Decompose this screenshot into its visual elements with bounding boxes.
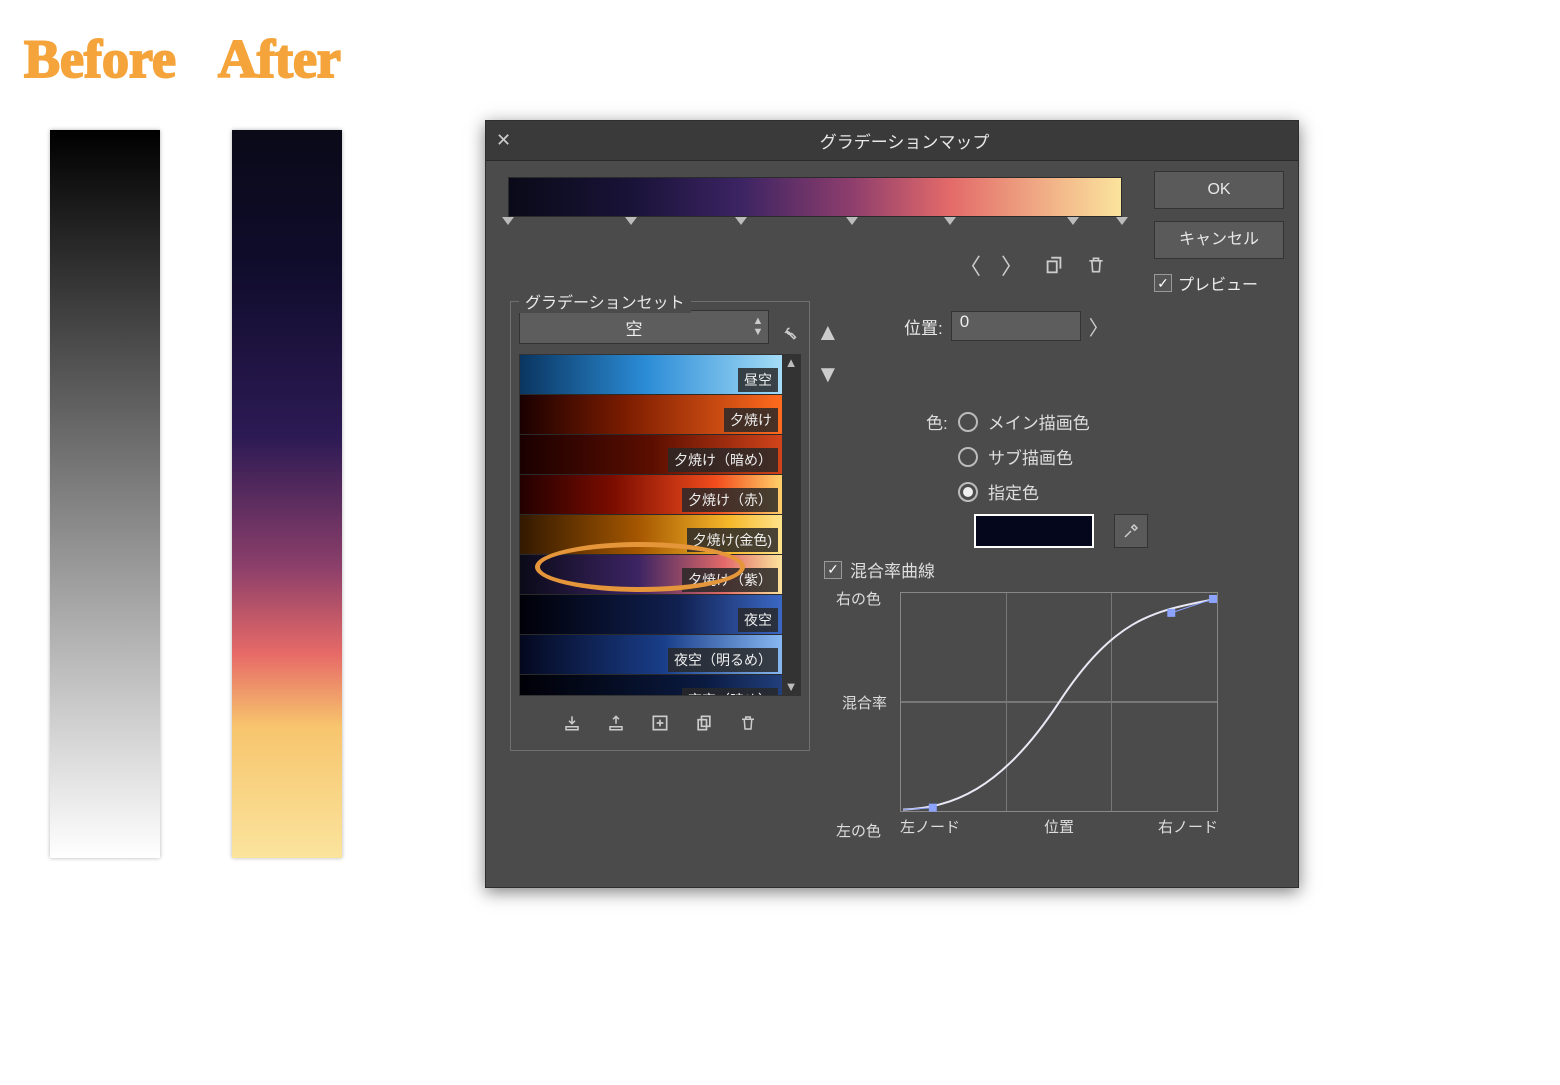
export-preset-icon[interactable] [559, 710, 585, 736]
preset-label: 夕焼け（暗め） [668, 448, 778, 472]
curve-ylabel-mid: 混合率 [842, 692, 887, 713]
gradient-set-dropdown[interactable]: 空 ▲▼ [519, 310, 769, 344]
radio-main-color[interactable] [958, 412, 978, 432]
gradient-set-value: 空 [520, 315, 748, 340]
preset-label: 夜空（明るめ） [668, 648, 778, 672]
scroll-down-icon[interactable]: ▼ [785, 679, 798, 695]
curve-xlabel-mid: 位置 [1044, 816, 1074, 837]
color-mode-block: 色: メイン描画色 サブ描画色 指定色 [926, 409, 1148, 558]
gradient-marker[interactable] [944, 217, 956, 225]
preview-label: プレビュー [1178, 271, 1258, 295]
after-gradient-strip [232, 130, 342, 858]
close-icon[interactable]: ✕ [496, 130, 511, 151]
preset-row[interactable]: 夜空 [520, 595, 782, 635]
gradient-marker[interactable] [625, 217, 637, 225]
curve-ylabel-top: 右の色 [836, 588, 881, 609]
curve-label: 混合率曲線 [850, 557, 935, 582]
radio-sub-label: サブ描画色 [988, 444, 1073, 469]
preset-row[interactable]: 夜空（暗め） [520, 675, 782, 696]
delete-preset-icon[interactable] [735, 710, 761, 736]
curve-checkbox[interactable]: ✓ [824, 561, 842, 579]
gradient-bar[interactable] [508, 177, 1122, 217]
dialog-titlebar[interactable]: ✕ グラデーションマップ [486, 121, 1298, 161]
scroll-up-icon[interactable]: ▲ [785, 355, 798, 371]
preview-checkbox-row[interactable]: ✓ プレビュー [1154, 271, 1284, 295]
gradient-marker[interactable] [502, 217, 514, 225]
eyedropper-icon[interactable] [1114, 514, 1148, 548]
position-chevron-icon[interactable]: 〉 [1089, 312, 1109, 341]
duplicate-preset-icon[interactable] [691, 710, 717, 736]
preset-scrollbar[interactable]: ▲ ▼ [782, 355, 800, 695]
preset-row[interactable]: 夕焼け(金色) [520, 515, 782, 555]
curve-path[interactable] [901, 593, 1217, 812]
radio-specified-label: 指定色 [988, 479, 1039, 504]
gradient-nav-tools: 〈 〉 [956, 251, 1110, 279]
curve-grid[interactable] [900, 592, 1218, 812]
preset-reorder-arrows: ▲ ▼ [816, 319, 840, 389]
dropdown-arrows-icon: ▲▼ [748, 316, 768, 338]
wrench-icon[interactable] [775, 319, 801, 345]
gradient-markers[interactable] [508, 217, 1122, 229]
curve-xlabel-left: 左ノード [900, 816, 960, 837]
preset-row[interactable]: 夕焼け（紫） [520, 555, 782, 595]
before-label: Before [24, 28, 176, 90]
preset-label: 夜空（暗め） [682, 688, 778, 696]
preset-label: 夕焼け(金色) [687, 528, 778, 552]
specified-color-swatch[interactable] [974, 514, 1094, 548]
gradient-set-title: グラデーションセット [519, 289, 691, 313]
curve-xlabel-right: 右ノード [1158, 816, 1218, 837]
curve-block: ✓ 混合率曲線 右の色 混合率 左の色 [824, 557, 1284, 837]
gradient-marker[interactable] [1067, 217, 1079, 225]
preset-label: 夕焼け（赤） [682, 488, 778, 512]
prev-stop-icon[interactable]: 〈 [956, 251, 984, 279]
import-preset-icon[interactable] [603, 710, 629, 736]
delete-stop-icon[interactable] [1082, 251, 1110, 279]
gradient-map-dialog: ✕ グラデーションマップ OK キャンセル ✓ プレビュー 〈 〉 [485, 120, 1299, 888]
after-label: After [218, 28, 341, 90]
gradient-preview-bar[interactable] [508, 177, 1122, 229]
preset-label: 夕焼け [724, 408, 778, 432]
radio-main-label: メイン描画色 [988, 409, 1090, 434]
move-up-icon[interactable]: ▲ [816, 319, 840, 347]
gradient-marker[interactable] [735, 217, 747, 225]
radio-specified-color[interactable] [958, 482, 978, 502]
position-row: 位置: 0 〉 [904, 311, 1109, 341]
gradient-set-panel: グラデーションセット 空 ▲▼ ▲ ▼ 昼空夕焼け夕焼け（暗め）夕焼け（赤）夕焼… [510, 301, 810, 751]
ok-button[interactable]: OK [1154, 171, 1284, 209]
preset-row[interactable]: 昼空 [520, 355, 782, 395]
preset-label: 昼空 [738, 368, 778, 392]
position-input[interactable]: 0 [951, 311, 1081, 341]
dialog-side-buttons: OK キャンセル ✓ プレビュー [1154, 171, 1284, 295]
cancel-button[interactable]: キャンセル [1154, 221, 1284, 259]
preset-toolbar [519, 710, 801, 736]
preset-row[interactable]: 夕焼け（赤） [520, 475, 782, 515]
radio-sub-color[interactable] [958, 447, 978, 467]
curve-ylabel-bot: 左の色 [836, 820, 881, 841]
before-gradient-strip [50, 130, 160, 858]
preset-row[interactable]: 夕焼け（暗め） [520, 435, 782, 475]
curve-handle[interactable] [1167, 609, 1175, 617]
preset-label: 夜空 [738, 608, 778, 632]
position-label: 位置: [904, 314, 943, 339]
curve-handle[interactable] [1209, 595, 1217, 603]
preview-checkbox[interactable]: ✓ [1154, 274, 1172, 292]
curve-xlabels: 左ノード 位置 右ノード [900, 816, 1218, 837]
move-down-icon[interactable]: ▼ [816, 361, 840, 389]
gradient-marker[interactable] [846, 217, 858, 225]
preset-label: 夕焼け（紫） [682, 568, 778, 592]
preset-row[interactable]: 夕焼け [520, 395, 782, 435]
color-mode-label: 色: [926, 409, 948, 434]
gradient-marker[interactable] [1116, 217, 1128, 225]
duplicate-stop-icon[interactable] [1040, 251, 1068, 279]
curve-checkbox-row[interactable]: ✓ 混合率曲線 [824, 557, 1284, 582]
preset-row[interactable]: 夜空（明るめ） [520, 635, 782, 675]
dialog-title: グラデーションマップ [511, 128, 1298, 153]
next-stop-icon[interactable]: 〉 [998, 251, 1026, 279]
add-preset-icon[interactable] [647, 710, 673, 736]
preset-list[interactable]: ▲ ▼ 昼空夕焼け夕焼け（暗め） 夕焼け（赤） 夕焼け(金色) 夕焼け（紫） 夜空夜空（… [519, 354, 801, 696]
